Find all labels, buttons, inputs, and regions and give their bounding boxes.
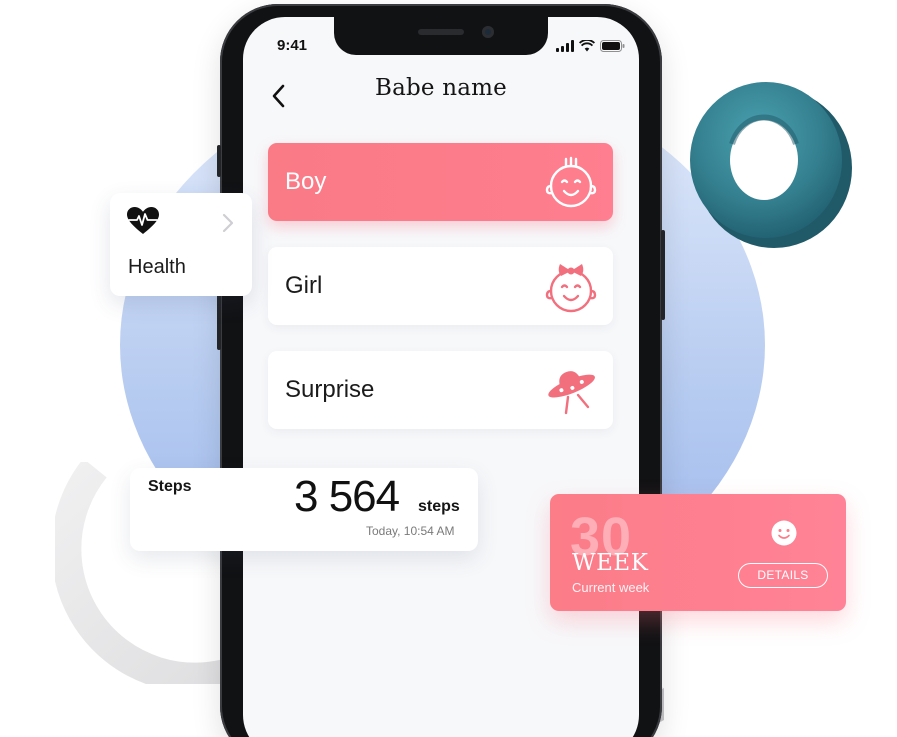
signal-icon [556, 40, 574, 52]
phone-side-button [217, 145, 221, 177]
page-title: Babe name [374, 75, 507, 101]
steps-unit: steps [418, 498, 460, 515]
smiley-icon [771, 520, 797, 546]
steps-value: 3 564 [294, 472, 400, 521]
wifi-icon [579, 40, 595, 52]
phone-side-button [217, 290, 221, 350]
week-card: 30 WEEK Current week DETAILS [550, 494, 846, 611]
battery-icon [600, 40, 625, 52]
ufo-icon [548, 371, 595, 415]
week-subtitle: Current week [572, 580, 650, 595]
heart-pulse-icon [127, 207, 159, 234]
health-card[interactable]: Health [110, 193, 252, 296]
option-boy[interactable]: Boy [268, 143, 613, 221]
steps-title: Steps [148, 478, 192, 495]
front-camera [482, 26, 494, 38]
details-button[interactable]: DETAILS [738, 563, 828, 588]
option-label: Girl [285, 272, 323, 299]
phone-side-button [661, 230, 665, 320]
health-label: Health [128, 256, 186, 278]
speaker-grille [418, 29, 464, 35]
week-label: WEEK [572, 550, 649, 576]
option-surprise[interactable]: Surprise [268, 351, 613, 429]
option-girl[interactable]: Girl [268, 247, 613, 325]
option-label: Surprise [285, 376, 375, 403]
steps-card[interactable]: Steps 3 564 steps Today, 10:54 AM [130, 468, 478, 551]
chevron-right-icon [222, 213, 234, 233]
baby-girl-icon [545, 264, 597, 313]
phone-notch [334, 17, 548, 55]
baby-boy-icon [545, 156, 597, 208]
status-icons [556, 40, 625, 52]
status-time: 9:41 [277, 37, 308, 54]
steps-timestamp: Today, 10:54 AM [366, 524, 455, 538]
teal-torus-decoration [690, 82, 852, 248]
phone-screen: 9:41 Babe name Boy Girl Surprise [243, 17, 639, 737]
option-label: Boy [285, 168, 327, 195]
